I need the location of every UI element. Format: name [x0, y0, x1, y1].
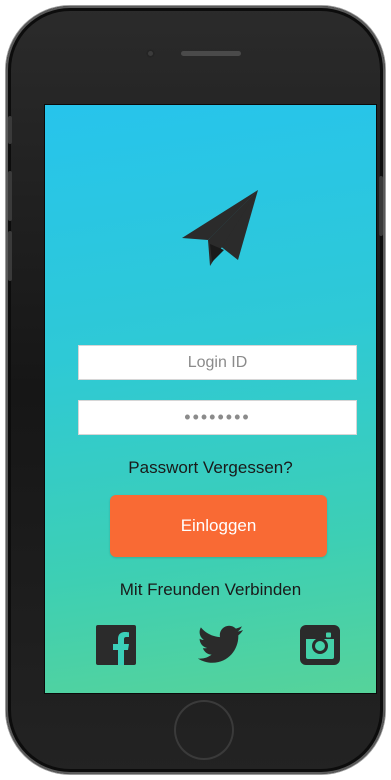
connect-friends-label: Mit Freunden Verbinden — [119, 580, 302, 599]
paper-plane-icon — [182, 190, 258, 266]
forgot-password-link[interactable]: Passwort Vergessen? — [45, 458, 376, 478]
login-screen: Login ID •••••••• Passwort Vergessen? Ei… — [45, 105, 376, 693]
phone-frame: Login ID •••••••• Passwort Vergessen? Ei… — [6, 6, 385, 774]
volume-down-button — [8, 231, 12, 281]
twitter-icon[interactable] — [198, 625, 244, 665]
login-id-input[interactable]: Login ID — [78, 345, 357, 380]
login-button[interactable]: Einloggen — [110, 495, 327, 557]
home-button[interactable] — [174, 700, 234, 760]
power-button — [379, 176, 383, 236]
instagram-icon[interactable] — [300, 625, 340, 665]
earpiece-speaker — [181, 51, 241, 56]
volume-up-button — [8, 171, 12, 221]
front-camera — [146, 49, 155, 58]
facebook-icon[interactable] — [96, 625, 136, 665]
password-input[interactable]: •••••••• — [78, 400, 357, 435]
mute-switch — [8, 116, 12, 144]
